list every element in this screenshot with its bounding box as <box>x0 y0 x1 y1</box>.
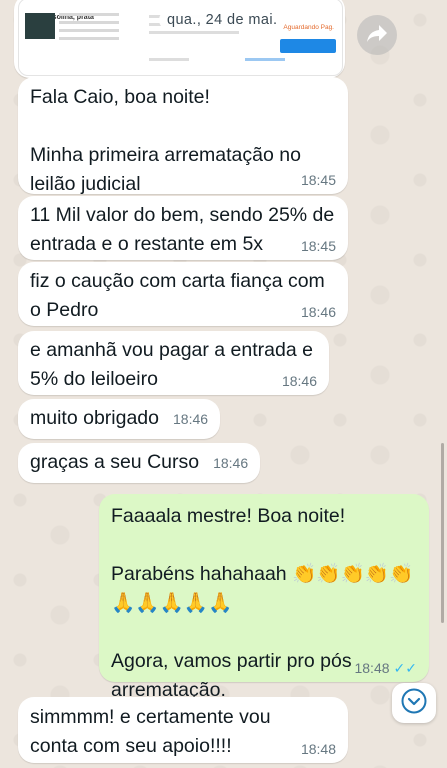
message-time: 18:45 <box>300 172 336 188</box>
message-bubble[interactable]: simmmm! e certamente vou conta com seu a… <box>18 697 348 763</box>
message-time: 18:46 <box>213 455 249 471</box>
message-bubble[interactable]: fiz o caução com carta fiança com o Pedr… <box>18 262 348 326</box>
forward-arrow-icon <box>366 23 388 48</box>
message-bubble[interactable]: 11 Mil valor do bem, sendo 25% de entrad… <box>18 196 348 260</box>
message-text: 11 Mil valor do bem, sendo 25% de entrad… <box>30 204 340 255</box>
message-time: 18:46 <box>281 373 317 389</box>
message-bubble[interactable]: Fala Caio, boa noite! Minha primeira arr… <box>18 77 348 195</box>
message-bubble[interactable]: muito obrigado 18:46 <box>18 399 221 439</box>
message-time: 18:48 <box>354 660 390 676</box>
scrollbar[interactable] <box>441 443 444 623</box>
message-time: 18:48 <box>300 741 336 757</box>
date-chip: qua., 24 de mai. <box>159 10 286 30</box>
screenshot-total-value <box>245 58 285 61</box>
forward-button[interactable] <box>357 15 397 55</box>
double-check-icon: ✓✓ <box>393 660 417 676</box>
chevron-down-circle-icon <box>400 687 428 720</box>
message-time: 18:46 <box>173 411 209 427</box>
message-bubble[interactable]: e amanhã vou pagar a entrada e 5% do lei… <box>18 331 329 395</box>
scroll-to-bottom-button[interactable] <box>392 683 436 723</box>
outgoing-message-bubble[interactable]: Faaaala mestre! Boa noite! Parabéns haha… <box>99 494 429 701</box>
message-text: muito obrigado <box>30 407 159 429</box>
message-text: e amanhã vou pagar a entrada e 5% do lei… <box>30 339 319 390</box>
message-text: fiz o caução com carta fiança com o Pedr… <box>30 270 331 321</box>
screenshot-text-lines <box>59 13 119 45</box>
screenshot-status: Aguardando Pag. <box>283 24 334 31</box>
message-bubble[interactable]: graças a seu Curso 18:46 <box>18 443 261 483</box>
message-text: graças a seu Curso <box>30 451 200 473</box>
message-time: 18:45 <box>300 238 336 254</box>
screenshot-total-label <box>149 58 189 61</box>
message-time: 18:46 <box>300 304 336 320</box>
screenshot-pay-button <box>280 39 336 53</box>
message-text: Fala Caio, boa noite! Minha primeira arr… <box>30 86 301 195</box>
vehicle-thumbnail <box>25 13 55 39</box>
message-text: simmmm! e certamente vou conta com seu a… <box>30 706 276 757</box>
message-time-status: 18:48 ✓✓ <box>354 660 417 676</box>
